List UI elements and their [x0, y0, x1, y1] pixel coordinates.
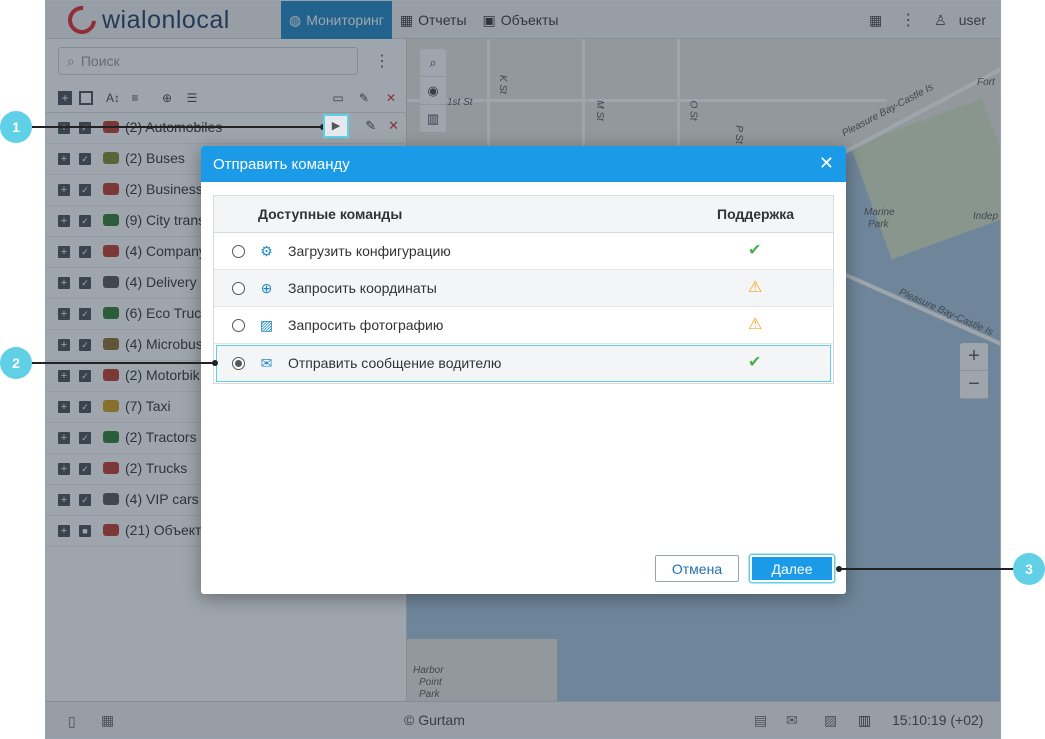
col-support: Поддержка: [717, 206, 795, 222]
command-radio[interactable]: [232, 282, 245, 295]
send-command-icon[interactable]: ▶: [323, 114, 349, 138]
callout-1: 1: [0, 111, 32, 143]
command-radio[interactable]: [232, 245, 245, 258]
command-row[interactable]: ⊕ Запросить координаты ⚠: [214, 270, 833, 307]
supported-check-icon: ✔: [748, 242, 762, 259]
callout-line: [838, 568, 1014, 570]
command-radio[interactable]: [232, 319, 245, 332]
next-button[interactable]: Далее: [750, 555, 834, 582]
cancel-button[interactable]: Отмена: [655, 555, 739, 582]
callout-2: 2: [0, 347, 32, 379]
command-row[interactable]: ▨ Запросить фотографию ⚠: [214, 307, 833, 344]
command-row[interactable]: ⚙ Загрузить конфигурацию ✔: [214, 233, 833, 270]
dialog-title: Отправить команду: [213, 155, 350, 173]
close-icon[interactable]: ✕: [819, 154, 834, 172]
supported-check-icon: ✔: [748, 354, 762, 371]
driver-message-icon: ✉: [260, 355, 273, 371]
callout-line: [32, 362, 214, 364]
table-header: Доступные команды Поддержка: [214, 196, 833, 233]
callout-dot: [212, 360, 218, 366]
photo-icon: ▨: [259, 317, 274, 333]
command-row-selected[interactable]: ✉ Отправить сообщение водителю ✔: [216, 345, 831, 382]
send-command-dialog: Отправить команду ✕ Доступные команды По…: [201, 146, 846, 594]
commands-table: Доступные команды Поддержка ⚙ Загрузить …: [213, 195, 834, 384]
config-icon: ⚙: [260, 243, 273, 259]
warning-icon: ⚠: [748, 279, 763, 296]
command-radio-selected[interactable]: [232, 357, 245, 370]
callout-dot: [836, 566, 842, 572]
col-commands: Доступные команды: [258, 206, 403, 222]
dialog-header: Отправить команду ✕: [201, 146, 846, 182]
warning-icon: ⚠: [748, 316, 763, 333]
location-target-icon: ⊕: [260, 280, 273, 296]
callout-3: 3: [1013, 553, 1045, 585]
callout-line: [32, 126, 323, 128]
